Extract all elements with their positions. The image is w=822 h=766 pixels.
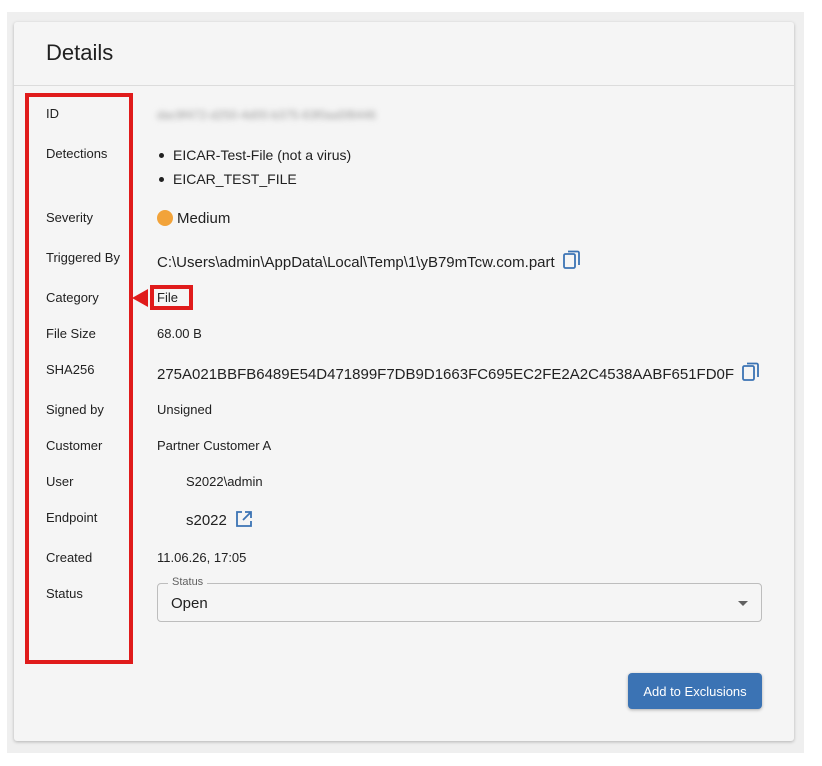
external-link-icon[interactable] (235, 510, 253, 532)
bullet-icon (159, 153, 164, 158)
labels-highlight-box (25, 93, 133, 664)
detection-text: EICAR_TEST_FILE (173, 171, 297, 187)
status-selected-value: Open (171, 595, 208, 612)
status-select[interactable]: Status Open (157, 576, 762, 622)
endpoint-name: s2022 (186, 512, 227, 529)
severity-text: Medium (177, 210, 231, 227)
card-title: Details (46, 40, 114, 65)
id-value: dac9f472-d250-4d00-b375-63f0aa5f8446 (157, 108, 376, 122)
caret-down-icon[interactable] (738, 601, 748, 606)
detection-item: EICAR_TEST_FILE (157, 169, 351, 193)
endpoint-value: s2022 (186, 510, 253, 532)
customer-value: Partner Customer A (157, 438, 272, 453)
copy-icon[interactable] (742, 362, 760, 386)
detections-list: EICAR-Test-File (not a virus) EICAR_TEST… (157, 145, 351, 193)
triggered-by-value: C:\Users\admin\AppData\Local\Temp\1\yB79… (157, 250, 581, 274)
sha256-value: 275A021BBFB6489E54D471899F7DB9D1663FC695… (157, 362, 760, 386)
sha256-hash: 275A021BBFB6489E54D471899F7DB9D1663FC695… (157, 366, 735, 383)
triggered-by-path: C:\Users\admin\AppData\Local\Temp\1\yB79… (157, 254, 555, 271)
card-header: Details (14, 22, 794, 86)
status-legend: Status (168, 576, 208, 588)
severity-value: Medium (157, 210, 230, 227)
add-to-exclusions-button[interactable]: Add to Exclusions (628, 673, 762, 709)
bullet-icon (159, 177, 164, 182)
annotation-arrow-icon (132, 289, 148, 307)
signed-by-value: Unsigned (157, 402, 212, 417)
user-value: S2022\admin (186, 474, 263, 489)
created-value: 11.06.26, 17:05 (157, 550, 247, 565)
category-highlight-box (150, 285, 193, 310)
copy-icon[interactable] (562, 250, 581, 274)
detection-text: EICAR-Test-File (not a virus) (173, 147, 352, 163)
file-size-value: 68.00 B (157, 326, 202, 341)
severity-medium-icon (157, 210, 173, 226)
detection-item: EICAR-Test-File (not a virus) (157, 145, 351, 169)
